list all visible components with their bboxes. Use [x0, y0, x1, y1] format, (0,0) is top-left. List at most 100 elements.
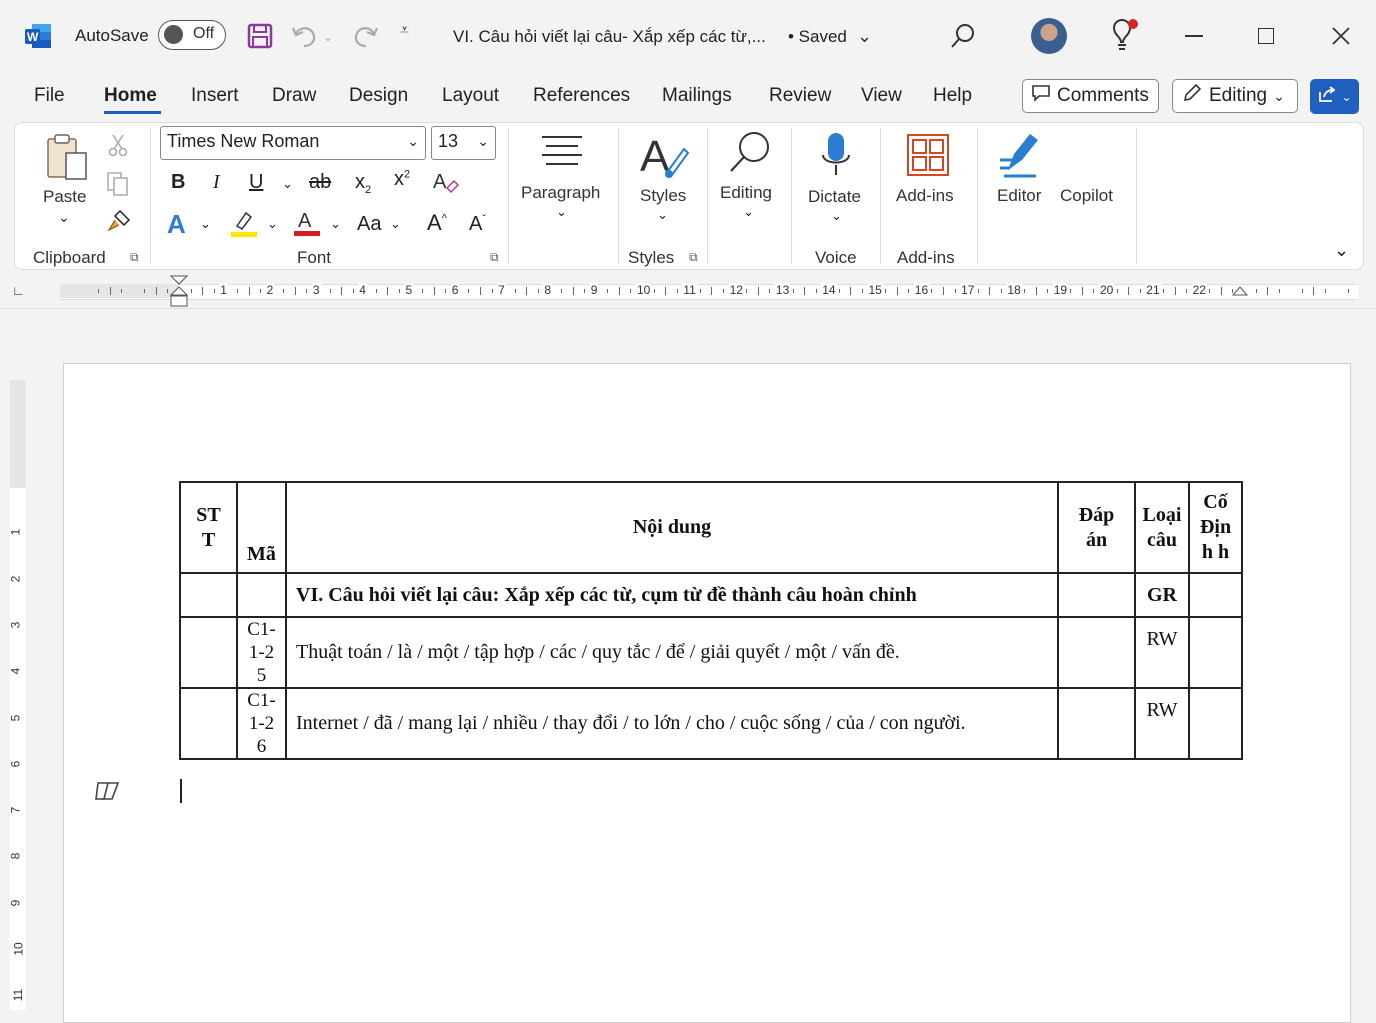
styles-dropdown-icon[interactable]: ⌄: [657, 207, 668, 223]
question-content[interactable]: Internet / đã / mang lại / nhiều / thay …: [285, 687, 1059, 760]
dictate-dropdown-icon[interactable]: ⌄: [831, 208, 842, 224]
copilot-label[interactable]: Copilot: [1060, 186, 1113, 206]
tab-draw[interactable]: Draw: [272, 85, 316, 107]
grow-font-icon[interactable]: A^: [427, 210, 447, 236]
clear-formatting-icon[interactable]: A: [432, 168, 460, 196]
paragraph-label[interactable]: Paragraph: [521, 183, 600, 203]
question-code-cell[interactable]: C1-1-25: [236, 616, 287, 689]
styles-button-label[interactable]: Styles: [640, 186, 686, 206]
find-icon[interactable]: [728, 130, 772, 174]
copy-icon[interactable]: [106, 171, 130, 197]
bold-icon[interactable]: B: [171, 171, 185, 194]
save-status-chevron-icon[interactable]: ⌄: [857, 26, 872, 47]
styles-launcher-icon[interactable]: ⧉: [689, 250, 698, 265]
addins-button-label[interactable]: Add-ins: [896, 186, 954, 206]
ribbon-collapse-chevron-icon[interactable]: ⌄: [1334, 240, 1349, 261]
table-cell[interactable]: [179, 572, 238, 618]
tab-file[interactable]: File: [34, 85, 65, 107]
change-case-dropdown-icon[interactable]: ⌄: [390, 216, 401, 232]
section-type[interactable]: GR: [1134, 572, 1190, 618]
paragraph-dropdown-icon[interactable]: ⌄: [556, 204, 567, 220]
table-cell[interactable]: [1057, 616, 1136, 689]
question-type[interactable]: RW: [1134, 687, 1190, 760]
close-icon[interactable]: [1330, 25, 1352, 47]
table-cell[interactable]: [1057, 572, 1136, 618]
tab-selector-icon[interactable]: ∟: [12, 283, 25, 298]
horizontal-ruler[interactable]: ∟ 1 2 3 4 5 6 7 8 9 10 11 12 13 14 15 16 17 18 19 20 21 22: [0, 274, 1376, 309]
share-button[interactable]: ⌄: [1310, 79, 1359, 114]
strikethrough-icon[interactable]: ab: [309, 171, 331, 194]
undo-icon[interactable]: [290, 22, 320, 50]
table-cell[interactable]: [1188, 687, 1243, 760]
font-launcher-icon[interactable]: ⧉: [490, 250, 499, 265]
highlight-icon[interactable]: [231, 210, 257, 238]
maximize-icon[interactable]: [1258, 28, 1274, 44]
font-color-dropdown-icon[interactable]: ⌄: [330, 216, 341, 232]
document-title[interactable]: VI. Câu hỏi viết lại câu- Xắp xếp các từ…: [453, 27, 766, 47]
format-painter-icon[interactable]: [106, 208, 132, 234]
font-color-icon[interactable]: A: [294, 207, 320, 237]
table-cell[interactable]: [1188, 572, 1243, 618]
shrink-font-icon[interactable]: Aˇ: [469, 213, 486, 236]
underline-icon[interactable]: U: [249, 171, 263, 194]
clipboard-launcher-icon[interactable]: ⧉: [130, 250, 139, 265]
quick-access-customize-icon[interactable]: ⩡: [400, 22, 409, 40]
tab-references[interactable]: References: [533, 85, 630, 107]
text-effects-icon[interactable]: A: [167, 209, 186, 240]
paste-label[interactable]: Paste: [43, 187, 86, 207]
font-size-select[interactable]: 13 ⌄: [431, 126, 496, 160]
redo-icon[interactable]: [350, 22, 380, 50]
font-name-select[interactable]: Times New Roman ⌄: [160, 126, 426, 160]
underline-dropdown-icon[interactable]: ⌄: [282, 176, 293, 192]
tab-mailings[interactable]: Mailings: [662, 85, 732, 107]
superscript-icon[interactable]: x2: [394, 168, 410, 191]
header-fixed[interactable]: Cố Định h: [1188, 481, 1243, 574]
text-effects-dropdown-icon[interactable]: ⌄: [200, 216, 211, 232]
autosave-toggle[interactable]: Off: [158, 20, 226, 50]
subscript-icon[interactable]: x2: [355, 171, 371, 196]
table-cell[interactable]: [179, 616, 238, 689]
tab-view[interactable]: View: [861, 85, 902, 107]
tab-insert[interactable]: Insert: [191, 85, 239, 107]
styles-icon[interactable]: A: [640, 131, 690, 181]
microphone-icon[interactable]: [820, 131, 852, 179]
table-cell[interactable]: [1188, 616, 1243, 689]
header-code[interactable]: Mã: [236, 481, 287, 574]
tab-review[interactable]: Review: [769, 85, 831, 107]
table-cell[interactable]: [236, 572, 287, 618]
tab-home[interactable]: Home: [104, 85, 157, 107]
paste-icon[interactable]: [44, 133, 90, 183]
comments-button[interactable]: Comments: [1022, 79, 1159, 113]
search-icon[interactable]: [950, 22, 978, 50]
tab-help[interactable]: Help: [933, 85, 972, 107]
editor-icon[interactable]: [996, 130, 1046, 180]
tab-layout[interactable]: Layout: [442, 85, 499, 107]
save-status[interactable]: • Saved: [788, 27, 847, 47]
question-content[interactable]: Thuật toán / là / một / tập hợp / các / …: [285, 616, 1059, 689]
header-stt[interactable]: ST T: [179, 481, 238, 574]
addins-icon[interactable]: [906, 133, 950, 177]
header-type[interactable]: Loại câu: [1134, 481, 1190, 574]
tab-design[interactable]: Design: [349, 85, 408, 107]
avatar[interactable]: [1031, 18, 1067, 54]
question-type[interactable]: RW: [1134, 616, 1190, 689]
header-content[interactable]: Nội dung: [285, 481, 1059, 574]
question-table[interactable]: ST T Mã Nội dung Đáp án Loại câu Cố Định…: [179, 481, 1243, 760]
question-code-cell[interactable]: C1-1-26: [236, 687, 287, 760]
undo-dropdown-icon[interactable]: ⌄: [323, 30, 333, 44]
right-indent-marker-icon[interactable]: [1231, 283, 1249, 299]
section-title[interactable]: VI. Câu hỏi viết lại câu: Xắp xếp các từ…: [285, 572, 1059, 618]
paragraph-icon[interactable]: [540, 134, 584, 168]
highlight-dropdown-icon[interactable]: ⌄: [267, 216, 278, 232]
dictate-label[interactable]: Dictate: [808, 187, 861, 207]
editing-mode-button[interactable]: Editing ⌄: [1172, 79, 1298, 113]
vertical-ruler[interactable]: 1 2 3 4 5 6 7 8 9 10 11: [0, 310, 38, 1010]
change-case-icon[interactable]: Aa: [357, 213, 381, 236]
editing-dropdown-icon[interactable]: ⌄: [743, 204, 754, 220]
copilot-icon[interactable]: [94, 779, 122, 803]
table-cell[interactable]: [1057, 687, 1136, 760]
save-icon[interactable]: [247, 23, 273, 49]
indent-marker-icon[interactable]: [169, 275, 189, 308]
italic-icon[interactable]: I: [213, 171, 220, 194]
paste-dropdown-icon[interactable]: ⌄: [58, 209, 70, 226]
